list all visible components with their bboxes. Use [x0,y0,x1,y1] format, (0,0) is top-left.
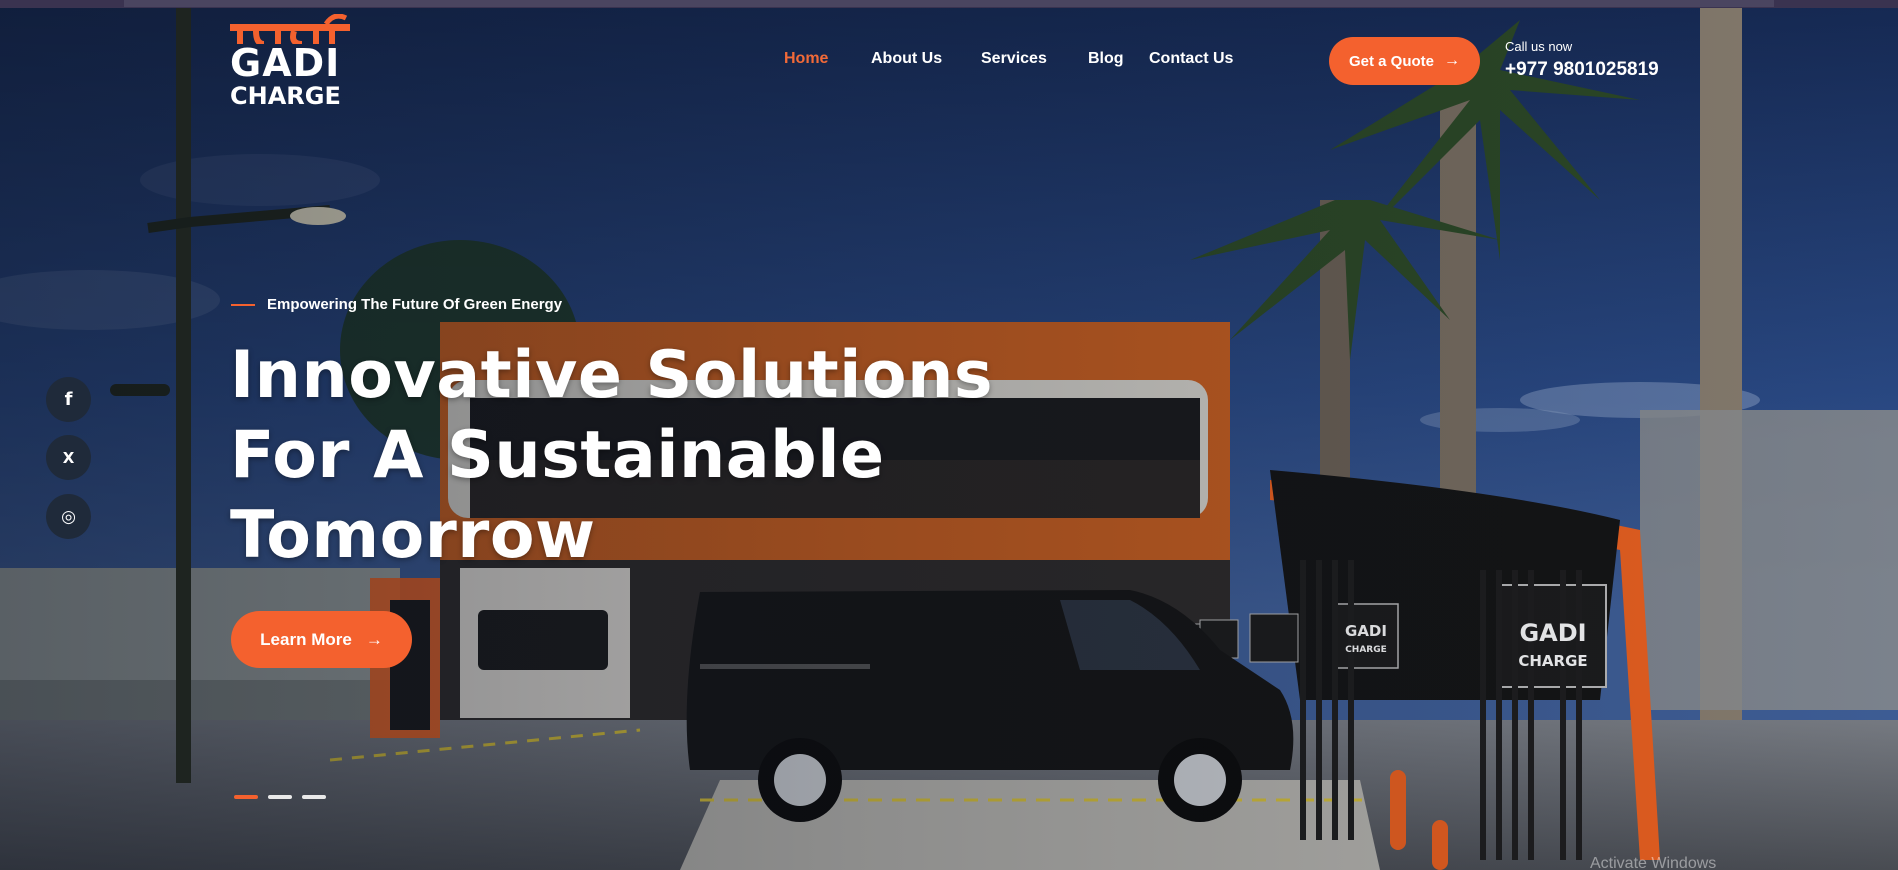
phone-number[interactable]: +977 9801025819 [1505,59,1659,81]
facebook-icon: f [64,389,73,410]
nav-item-services[interactable]: Services [981,50,1047,68]
facebook-button[interactable]: f [46,377,91,422]
logo-devanagari-mark [230,14,350,44]
top-strip [0,0,1898,8]
logo-text-charge: CHARGE [230,82,341,110]
arrow-right-icon: → [1444,52,1460,69]
tagline-dash [231,303,255,306]
arrow-right-icon: → [365,629,383,649]
headline-line-1: Innovative Solutions [230,338,994,413]
hero-section: GADI CHARGE GADI CHARGE GADI CHARGE Home… [0,0,1898,870]
hero-headline: Innovative Solutions For A Sustainable T… [230,336,1050,576]
headline-line-2: For A Sustainable [230,418,885,493]
instagram-icon: ◎ [61,506,76,527]
slide-dot-3[interactable] [302,795,326,799]
x-button[interactable]: X [46,435,91,480]
get-quote-button[interactable]: Get a Quote → [1329,37,1480,85]
slide-dot-1[interactable] [234,795,258,799]
nav-item-about[interactable]: About Us [871,50,942,68]
brand-logo[interactable]: GADI CHARGE [230,14,350,110]
top-strip-segment [124,0,1774,7]
tagline-text: Empowering The Future Of Green Energy [267,296,563,313]
x-icon: X [62,448,75,467]
call-info: Call us now +977 9801025819 [1505,39,1659,81]
os-activation-watermark: Activate Windows [1590,855,1717,870]
call-label: Call us now [1505,39,1573,54]
headline-line-3: Tomorrow [230,498,596,573]
learn-more-button[interactable]: Learn More → [231,611,412,668]
logo-text-gadi: GADI [230,41,341,85]
get-quote-label: Get a Quote [1348,52,1434,70]
learn-more-label: Learn More [260,629,352,649]
nav-item-blog[interactable]: Blog [1088,50,1124,68]
nav-item-home[interactable]: Home [784,50,828,68]
hero-tagline: Empowering The Future Of Green Energy [231,296,562,313]
instagram-button[interactable]: ◎ [46,494,91,539]
nav-item-contact[interactable]: Contact Us [1149,50,1233,68]
slide-dot-2[interactable] [268,795,292,799]
